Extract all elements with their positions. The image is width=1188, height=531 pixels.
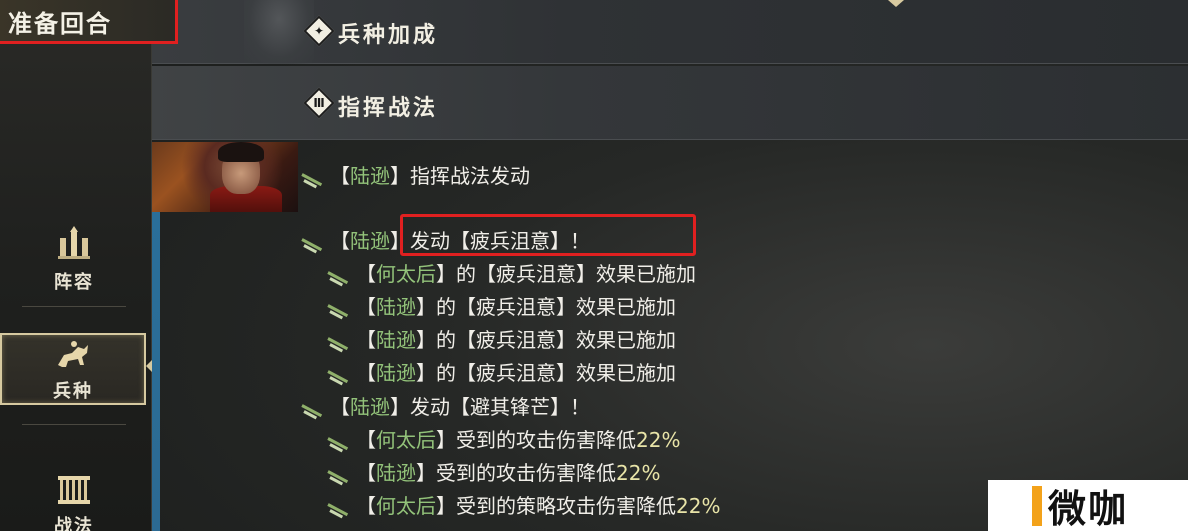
sidebar-item-label: 兵种 [53, 381, 93, 402]
log-entry: 【陆逊】的【疲兵沮意】效果已施加 [328, 295, 676, 319]
log-entry: 【何太后】的【疲兵沮意】效果已施加 [328, 262, 696, 286]
sidebar: 准备回合 阵容 兵种 战法 [0, 0, 178, 531]
general-portrait [152, 142, 298, 212]
sidebar-item-label: 战法 [54, 516, 94, 531]
section-header-command-tactic[interactable]: Ⅲ 指挥战法 [152, 66, 1188, 140]
sidebar-item-label: 阵容 [54, 272, 94, 293]
log-arrow-icon [328, 334, 354, 350]
cavalry-icon [51, 335, 95, 375]
log-entry: 【陆逊】发动【避其锋芒】！ [302, 395, 590, 419]
battle-log-panel: ✦ 兵种加成 Ⅲ 指挥战法 【陆逊】指挥战法发动 【陆逊】发动【疲兵沮意】！ 【… [152, 0, 1188, 531]
section-header-troop-bonus[interactable]: ✦ 兵种加成 [152, 0, 1188, 64]
log-accent-bar [152, 212, 160, 531]
log-entry: 【陆逊】受到的攻击伤害降低22% [328, 461, 660, 485]
log-entry: 【陆逊】指挥战法发动 [302, 164, 530, 188]
sidebar-item-tactics[interactable]: 战法 [0, 452, 148, 531]
log-arrow-icon [302, 235, 328, 251]
log-arrow-icon [328, 467, 354, 483]
section-title: 指挥战法 [338, 95, 439, 121]
log-entry: 【何太后】受到的策略攻击伤害降低22% [328, 494, 720, 518]
log-arrow-icon [328, 301, 354, 317]
sidebar-item-troops[interactable]: 兵种 [0, 333, 146, 405]
log-arrow-icon [328, 367, 354, 383]
log-entry: 【陆逊】的【疲兵沮意】效果已施加 [328, 361, 676, 385]
log-arrow-icon [328, 434, 354, 450]
tactics-icon [52, 466, 96, 510]
log-entry: 【陆逊】的【疲兵沮意】效果已施加 [328, 328, 676, 352]
watermark-text: 微咖 [1047, 487, 1128, 531]
top-marker-icon [888, 0, 904, 7]
log-arrow-icon [328, 268, 354, 284]
log-arrow-icon [328, 500, 354, 516]
log-arrow-icon [302, 170, 328, 186]
watermark-logo: 微咖 [988, 480, 1188, 531]
sidebar-divider [22, 424, 126, 425]
formation-icon [52, 222, 96, 266]
phase-title: 准备回合 [8, 9, 112, 38]
log-arrow-icon [302, 401, 328, 417]
sidebar-divider [22, 306, 126, 307]
phase-banner: 准备回合 [0, 0, 178, 44]
highlight-annotation [400, 214, 696, 256]
log-entry: 【何太后】受到的攻击伤害降低22% [328, 428, 680, 452]
section-title: 兵种加成 [338, 22, 439, 48]
sidebar-item-lineup[interactable]: 阵容 [0, 208, 148, 308]
